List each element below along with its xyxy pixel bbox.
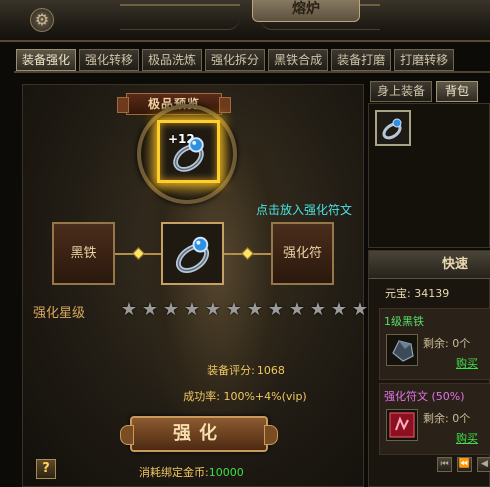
- black-iron-icon: [386, 334, 418, 366]
- tab-enhance-transfer[interactable]: 强化转移: [79, 49, 140, 71]
- help-button[interactable]: ?: [36, 459, 56, 479]
- star-icon: ★: [204, 299, 222, 320]
- rune-hint: 点击放入强化符文: [256, 203, 353, 217]
- cost-label: 消耗绑定金币:: [139, 466, 209, 479]
- ring-icon: [175, 236, 210, 273]
- buy-rune-link[interactable]: 购买: [456, 430, 478, 446]
- tab-backpack[interactable]: 背包: [436, 81, 478, 102]
- star-icon: ★: [183, 299, 201, 320]
- yuanbao-balance: 元宝: 34139: [385, 285, 449, 301]
- prev-page-button[interactable]: ◀: [477, 457, 490, 472]
- ring-icon: [173, 137, 204, 172]
- equipment-slot[interactable]: [161, 222, 224, 285]
- shop-item-rune: 强化符文 (50%) 剩余: 0个 购买: [379, 383, 490, 455]
- shop-item-remaining: 剩余: 0个: [423, 337, 471, 350]
- star-icon: ★: [246, 299, 264, 320]
- tab-equip-enhance[interactable]: 装备强化: [16, 49, 77, 71]
- tab-iron-synthesis[interactable]: 黑铁合成: [268, 49, 329, 71]
- star-icon: ★: [330, 299, 348, 320]
- shop-item-iron: 1级黑铁 剩余: 0个 购买: [379, 308, 490, 380]
- star-icon: ★: [288, 299, 306, 320]
- backpack-item-slot[interactable]: [375, 110, 411, 146]
- enhance-button[interactable]: 强化: [120, 416, 278, 452]
- rune-icon: [386, 409, 418, 441]
- star-icon: ★: [162, 299, 180, 320]
- score-value: 1068: [256, 364, 285, 377]
- tab-polish-transfer[interactable]: 打磨转移: [394, 49, 455, 71]
- tab-worn-equipment[interactable]: 身上装备: [370, 81, 432, 102]
- tab-equip-polish[interactable]: 装备打磨: [331, 49, 392, 71]
- cost-value: 10000: [208, 466, 244, 479]
- shop-item-remaining: 剩余: 0个: [423, 412, 471, 425]
- window-title: 熔炉: [252, 0, 360, 22]
- ring-icon: [382, 118, 402, 140]
- backpack-grid: [368, 103, 490, 248]
- shop-item-name: 1级黑铁: [384, 315, 424, 328]
- shop-item-name: 强化符文 (50%): [384, 390, 465, 403]
- quick-buy-panel: 快速 元宝: 34139 1级黑铁 剩余: 0个 购买 强化符文 (50%) 剩…: [368, 250, 490, 487]
- tab-premium-refine[interactable]: 极品洗炼: [142, 49, 203, 71]
- star-level-label: 强化星级: [33, 306, 86, 321]
- gear-icon: ⚙: [30, 8, 54, 32]
- tab-divider: [14, 71, 490, 73]
- star-icon: ★: [267, 299, 285, 320]
- prev-fast-button[interactable]: ⏪: [457, 457, 472, 472]
- rune-slot[interactable]: 强化符: [271, 222, 334, 285]
- frame-decoration-left: [120, 4, 240, 30]
- star-icon: ★: [225, 299, 243, 320]
- yuanbao-label: 元宝:: [385, 287, 411, 300]
- star-icon: ★: [141, 299, 159, 320]
- tab-bar: 装备强化 强化转移 极品洗炼 强化拆分 黑铁合成 装备打磨 打磨转移: [16, 49, 455, 71]
- tab-enhance-split[interactable]: 强化拆分: [205, 49, 266, 71]
- buy-iron-link[interactable]: 购买: [456, 355, 478, 371]
- star-icon: ★: [120, 299, 138, 320]
- iron-slot[interactable]: 黑铁: [52, 222, 115, 285]
- window-frame: ⚙ 熔炉: [0, 0, 490, 42]
- cost-line: 消耗绑定金币:10000: [139, 464, 244, 480]
- score-label: 装备评分:: [207, 364, 255, 377]
- star-icon: ★: [351, 299, 369, 320]
- quick-buy-title: 快速: [369, 251, 490, 279]
- star-icon: ★: [309, 299, 327, 320]
- first-page-button[interactable]: ⏮: [437, 457, 452, 472]
- preview-item-slot[interactable]: +12: [157, 120, 220, 183]
- yuanbao-value: 34139: [414, 287, 450, 300]
- star-rating: ★ ★ ★ ★ ★ ★ ★ ★ ★ ★ ★ ★: [119, 300, 370, 320]
